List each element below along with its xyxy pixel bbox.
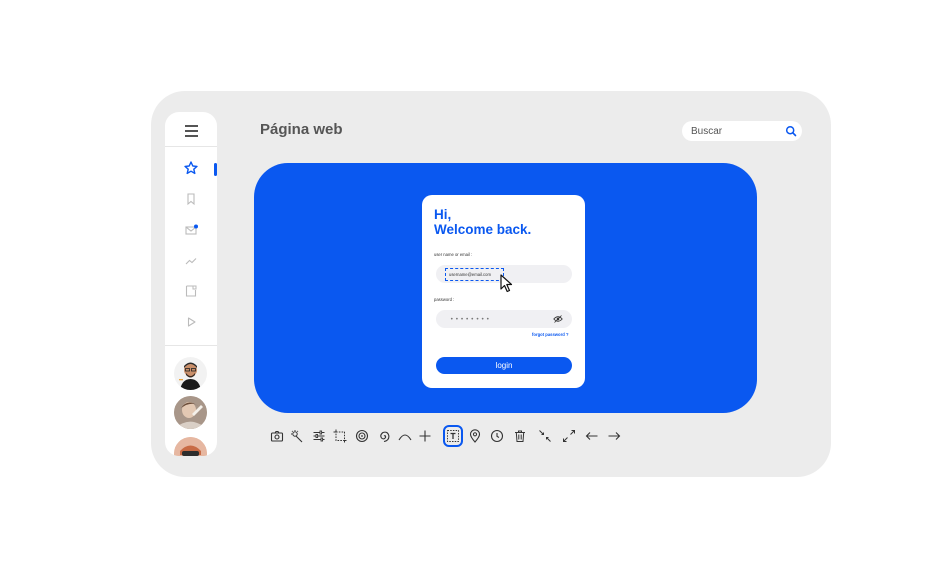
magic-wand-icon[interactable]	[290, 428, 304, 444]
search-bar[interactable]	[682, 121, 802, 141]
greeting-line-1: Hi,	[434, 207, 452, 222]
sidebar-divider	[165, 345, 217, 346]
forgot-password-link[interactable]: forgot password ?	[532, 332, 569, 337]
sidebar	[165, 112, 217, 456]
adjust-icon[interactable]	[312, 428, 326, 444]
arc-icon[interactable]	[398, 428, 412, 444]
avatar-2[interactable]	[174, 396, 207, 429]
text-tool-icon[interactable]	[446, 428, 460, 444]
eye-icon[interactable]	[553, 315, 563, 323]
crop-icon[interactable]	[333, 428, 347, 444]
active-indicator	[214, 163, 217, 176]
expand-icon[interactable]	[562, 428, 576, 444]
play-icon[interactable]	[183, 314, 199, 330]
document-icon[interactable]	[183, 283, 199, 299]
location-pin-icon[interactable]	[468, 428, 482, 444]
star-icon[interactable]	[183, 160, 199, 176]
username-label: user name or email :	[434, 252, 473, 257]
password-label: password :	[434, 297, 455, 302]
trending-icon[interactable]	[183, 253, 199, 269]
menu-button[interactable]	[165, 112, 217, 147]
mouse-cursor-icon	[500, 274, 513, 293]
login-button[interactable]: login	[436, 357, 572, 374]
bookmark-icon[interactable]	[183, 191, 199, 207]
search-icon[interactable]	[785, 125, 797, 137]
trash-icon[interactable]	[513, 428, 527, 444]
hamburger-icon	[185, 125, 198, 140]
avatar-3[interactable]	[174, 437, 207, 456]
mail-icon[interactable]	[183, 222, 199, 238]
spiral-icon[interactable]	[355, 428, 369, 444]
clock-icon[interactable]	[490, 428, 504, 444]
password-value: ••••••••	[450, 316, 492, 323]
plus-icon[interactable]	[418, 428, 432, 444]
arrow-left-icon[interactable]	[585, 428, 599, 444]
username-text-box[interactable]: username@email.com	[445, 268, 504, 281]
avatar-1[interactable]	[174, 357, 207, 390]
arrow-right-icon[interactable]	[607, 428, 621, 444]
search-input[interactable]	[691, 124, 779, 138]
page-title: Página web	[260, 121, 343, 138]
spiral2-icon[interactable]	[377, 428, 391, 444]
shrink-icon[interactable]	[538, 428, 552, 444]
greeting: Hi, Welcome back.	[434, 207, 531, 237]
greeting-line-2: Welcome back.	[434, 222, 532, 237]
camera-icon[interactable]	[270, 428, 284, 444]
